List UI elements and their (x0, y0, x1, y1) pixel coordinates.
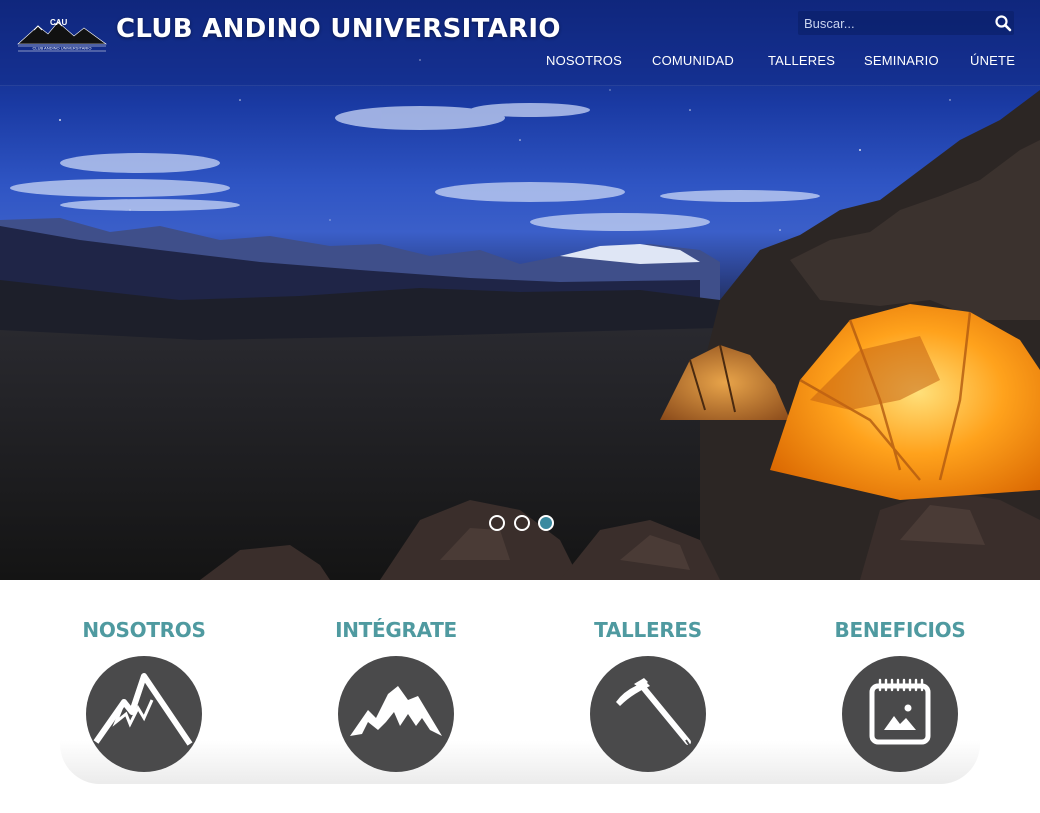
feature-talleres[interactable]: TALLERES (538, 580, 758, 780)
ice-axe-icon (616, 678, 691, 747)
mountain-peaks-icon (350, 686, 442, 736)
nav-link-unete[interactable]: ÚNETE (970, 53, 1015, 68)
feature-icon-circle[interactable] (590, 656, 706, 772)
club-logo[interactable]: CAU CLUB ANDINO UNIVERSITARIO (16, 14, 108, 54)
site-header: CAU CLUB ANDINO UNIVERSITARIO CLUB ANDIN… (0, 0, 1040, 86)
nav-link-seminario[interactable]: SEMINARIO (864, 53, 939, 68)
carousel-dot-3[interactable] (538, 515, 554, 531)
feature-title[interactable]: INTÉGRATE (286, 618, 506, 642)
nav-link-comunidad[interactable]: COMUNIDAD (652, 53, 734, 68)
feature-nosotros[interactable]: NOSOTROS (34, 580, 254, 780)
hero-slider (0, 0, 1040, 580)
search-box (798, 11, 1014, 35)
feature-icon-circle[interactable] (86, 656, 202, 772)
mountain-icon (93, 673, 193, 746)
feature-beneficios[interactable]: BENEFICIOS (790, 580, 1010, 780)
logo-text: CAU (50, 18, 68, 27)
nav-link-talleres[interactable]: TALLERES (768, 53, 835, 68)
feature-title[interactable]: TALLERES (538, 618, 758, 642)
carousel-dot-1[interactable] (489, 515, 505, 531)
feature-icon-circle[interactable] (842, 656, 958, 772)
calendar-image-icon (869, 678, 931, 745)
feature-icon-circle[interactable] (338, 656, 454, 772)
search-input[interactable] (798, 11, 984, 35)
logo-subtext: CLUB ANDINO UNIVERSITARIO (32, 46, 91, 51)
features-section: NOSOTROS INTÉGRATE TALLERES BENEFICIOS (0, 580, 1040, 813)
mountain-logo-icon: CAU CLUB ANDINO UNIVERSITARIO (17, 18, 107, 52)
search-icon[interactable] (994, 14, 1012, 32)
carousel-dot-2[interactable] (514, 515, 530, 531)
feature-title[interactable]: NOSOTROS (34, 618, 254, 642)
nav-link-nosotros[interactable]: NOSOTROS (546, 53, 622, 68)
site-title[interactable]: CLUB ANDINO UNIVERSITARIO (116, 14, 561, 44)
main-nav: NOSOTROS COMUNIDAD TALLERES SEMINARIO ÚN… (0, 53, 1040, 71)
feature-integrate[interactable]: INTÉGRATE (286, 580, 506, 780)
feature-title[interactable]: BENEFICIOS (790, 618, 1010, 642)
hero-background-image (0, 59, 1040, 580)
